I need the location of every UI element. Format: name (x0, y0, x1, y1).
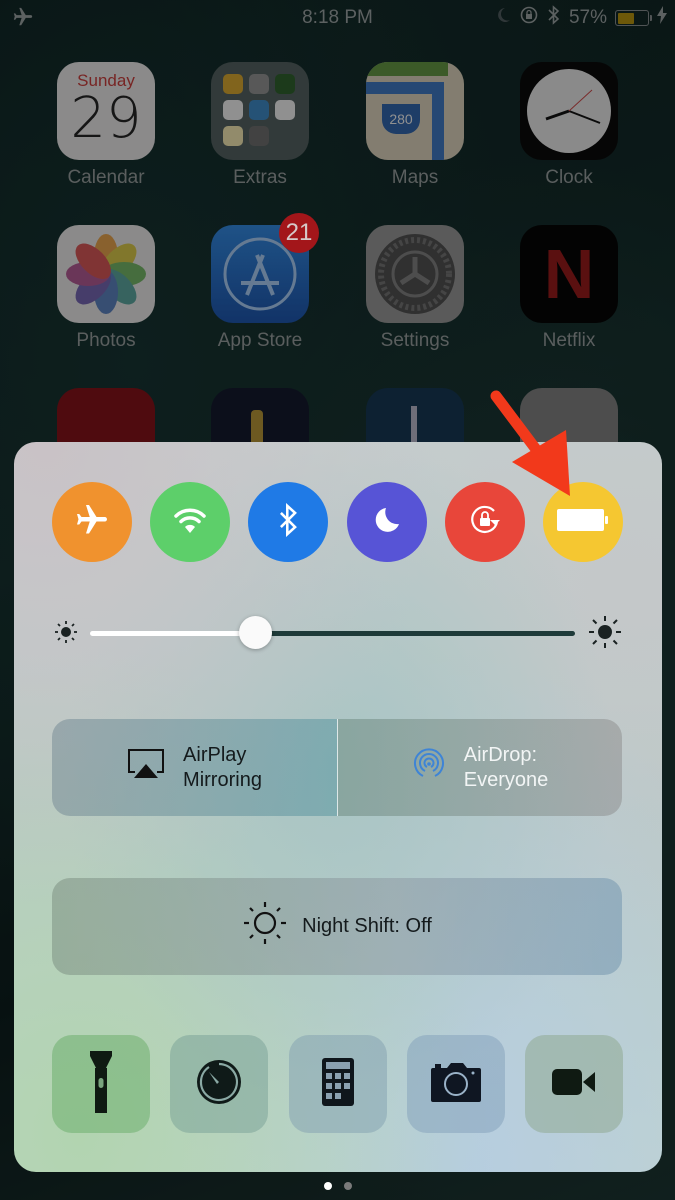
moon-icon (372, 505, 402, 540)
calculator-button[interactable] (289, 1035, 387, 1133)
airdrop-label-line2: Everyone (463, 768, 549, 791)
airplay-icon (127, 748, 165, 787)
bluetooth-toggle[interactable] (248, 482, 328, 562)
airplay-label-line2: Mirroring (183, 768, 262, 791)
flashlight-icon (89, 1050, 113, 1119)
calculator-icon (322, 1057, 354, 1111)
brightness-low-icon (54, 620, 78, 649)
control-center: AirPlay Mirroring AirDrop: Everyone Nigh… (14, 442, 662, 1172)
battery-icon (556, 507, 610, 538)
airplane-mode-toggle[interactable] (52, 482, 132, 562)
timer-icon (196, 1059, 242, 1110)
airdrop-icon (412, 747, 446, 788)
timer-button[interactable] (170, 1035, 268, 1133)
camera-icon (431, 1062, 481, 1107)
flashlight-button[interactable] (52, 1035, 150, 1133)
annotation-arrow (490, 390, 570, 496)
night-shift-label: Night Shift: Off (302, 915, 432, 937)
airdrop-label-line1: AirDrop: (463, 743, 538, 766)
page-dot-2[interactable] (343, 1182, 352, 1190)
airplay-label-line1: AirPlay (183, 743, 247, 766)
wifi-icon (173, 506, 207, 539)
brightness-thumb[interactable] (238, 616, 272, 649)
do-not-disturb-toggle[interactable] (347, 482, 427, 562)
brightness-track-filled (90, 631, 255, 636)
bluetooth-icon (278, 502, 298, 542)
brightness-track-empty (254, 631, 575, 636)
page-indicator[interactable] (0, 1182, 675, 1190)
airplane-icon (74, 502, 110, 543)
brightness-slider[interactable] (14, 612, 662, 652)
notification-badge: 21 (279, 213, 319, 253)
night-shift-icon (242, 900, 288, 953)
video-camera-icon (552, 1068, 596, 1100)
page-dot-1[interactable] (323, 1182, 332, 1190)
airplay-mirroring-button[interactable]: AirPlay Mirroring (52, 719, 337, 816)
camera-button[interactable] (407, 1035, 505, 1133)
video-camera-button[interactable] (525, 1035, 623, 1133)
airdrop-button[interactable]: AirDrop: Everyone (338, 719, 622, 816)
wifi-toggle[interactable] (150, 482, 230, 562)
night-shift-button[interactable]: Night Shift: Off (52, 878, 622, 975)
rotation-lock-icon (468, 503, 502, 542)
brightness-high-icon (588, 615, 622, 654)
